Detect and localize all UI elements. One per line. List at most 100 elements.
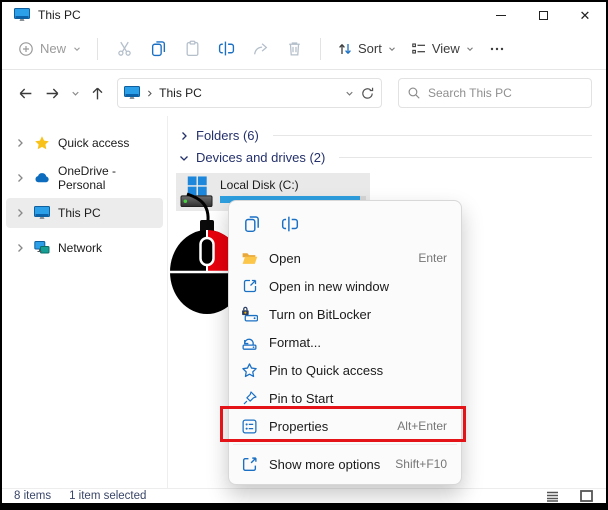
up-arrow-icon <box>92 87 103 99</box>
star-icon <box>35 136 49 150</box>
context-menu-item-open[interactable]: Open Enter <box>229 244 461 272</box>
rename-button[interactable] <box>275 210 305 238</box>
search-icon <box>408 87 420 99</box>
context-menu-item-pin-to-quick-access[interactable]: Pin to Quick access <box>229 356 461 384</box>
statusbar: 8 items 1 item selected <box>2 488 606 503</box>
plus-circle-icon <box>19 41 33 56</box>
close-button[interactable]: ✕ <box>564 2 606 28</box>
screenshot-frame: This PC ✕ New Sort View This PC Search T… <box>0 0 608 510</box>
navigation-bar: This PC <box>2 70 606 116</box>
context-menu-quick-actions <box>229 206 461 244</box>
toolbar-separator <box>97 37 99 60</box>
chevron-down-icon[interactable] <box>178 152 190 164</box>
back-button[interactable] <box>12 79 39 107</box>
sidebar-item-quick-access[interactable]: Quick access <box>6 128 163 158</box>
details-view-button[interactable] <box>544 490 560 503</box>
sidebar-item-this-pc[interactable]: This PC <box>6 198 163 228</box>
share-button[interactable] <box>243 32 277 66</box>
context-menu-item-show-more-options[interactable]: Show more options Shift+F10 <box>229 450 461 478</box>
delete-button[interactable] <box>277 32 311 66</box>
format-drive-icon <box>241 334 258 351</box>
sidebar: Quick access OneDrive - Personal This PC <box>2 116 168 488</box>
command-toolbar: New Sort View <box>2 28 606 70</box>
chevron-right-icon[interactable] <box>178 130 190 142</box>
show-more-icon <box>241 456 258 473</box>
more-options-button[interactable] <box>482 32 512 66</box>
sidebar-item-label: Quick access <box>58 136 130 150</box>
context-menu-item-open-in-new-window[interactable]: Open in new window <box>229 272 461 300</box>
window-title: This PC <box>38 8 81 22</box>
details-view-icon <box>546 491 558 502</box>
sidebar-item-onedrive[interactable]: OneDrive - Personal <box>6 163 163 193</box>
menu-item-label: Open <box>269 250 301 266</box>
search-input[interactable] <box>427 86 583 100</box>
menu-item-label: Pin to Quick access <box>269 362 384 378</box>
view-button[interactable]: View <box>404 32 482 66</box>
selection-count: 1 item selected <box>69 490 147 502</box>
share-icon <box>253 43 267 55</box>
menu-item-shortcut: Shift+F10 <box>395 457 447 471</box>
group-label: Devices and drives (2) <box>196 150 326 165</box>
paste-button[interactable] <box>175 32 209 66</box>
group-header-folders[interactable]: Folders (6) <box>178 128 596 143</box>
chevron-down-icon <box>466 46 473 51</box>
rename-button[interactable] <box>209 32 243 66</box>
maximize-icon <box>538 10 548 20</box>
menu-item-label: Turn on BitLocker <box>269 306 372 322</box>
paste-icon <box>186 40 198 57</box>
sidebar-item-network[interactable]: Network <box>6 233 163 263</box>
up-button[interactable] <box>84 79 111 107</box>
group-label: Folders (6) <box>196 128 259 143</box>
pin-icon <box>241 390 258 407</box>
context-menu-item-turn-on-bitlocker[interactable]: Turn on BitLocker <box>229 300 461 328</box>
toolbar-separator <box>320 37 322 60</box>
more-ellipsis-icon <box>490 47 504 50</box>
copy-icon <box>245 216 259 233</box>
delete-icon <box>288 42 300 56</box>
chevron-right-icon[interactable] <box>14 137 26 149</box>
minimize-icon <box>496 14 506 16</box>
new-button[interactable]: New <box>12 32 88 66</box>
view-list-icon <box>412 42 425 54</box>
cut-button[interactable] <box>107 32 141 66</box>
mouse-scroll-wheel <box>199 236 215 267</box>
minimize-button[interactable] <box>480 2 522 28</box>
chevron-down-icon <box>74 46 80 51</box>
chevron-down-icon <box>388 46 395 51</box>
context-menu-item-format[interactable]: Format... <box>229 328 461 356</box>
cloud-icon <box>35 173 49 183</box>
chevron-right-icon[interactable] <box>14 172 26 184</box>
sort-button[interactable]: Sort <box>330 32 404 66</box>
new-button-label: New <box>40 41 67 56</box>
properties-highlight-annotation <box>220 406 466 442</box>
sort-button-label: Sort <box>358 41 382 56</box>
search-box[interactable] <box>397 78 592 108</box>
copy-button[interactable] <box>237 210 267 238</box>
recent-locations-button[interactable] <box>66 79 84 107</box>
open-new-window-icon <box>241 278 258 295</box>
breadcrumb-chevron-icon <box>148 90 152 96</box>
bitlocker-lock-icon <box>241 306 258 323</box>
rename-icon <box>218 41 234 56</box>
menu-item-label: Format... <box>269 334 322 350</box>
address-dropdown-icon[interactable] <box>344 88 355 99</box>
copy-button[interactable] <box>141 32 175 66</box>
menu-item-label: Show more options <box>269 456 381 472</box>
chevron-right-icon[interactable] <box>14 242 26 254</box>
explorer-window: This PC ✕ New Sort View This PC Search T… <box>2 2 606 503</box>
close-icon: ✕ <box>579 7 591 23</box>
menu-item-label: Pin to Start <box>269 390 334 406</box>
menu-item-label: Open in new window <box>269 278 389 294</box>
chevron-right-icon[interactable] <box>14 207 26 219</box>
address-bar[interactable]: This PC <box>117 78 382 108</box>
breadcrumb-location[interactable]: This PC <box>159 86 339 100</box>
maximize-button[interactable] <box>522 2 564 28</box>
forward-button[interactable] <box>39 79 66 107</box>
menu-item-shortcut: Enter <box>418 251 447 265</box>
group-header-devices[interactable]: Devices and drives (2) <box>178 150 596 165</box>
monitor-icon <box>34 206 50 219</box>
refresh-icon[interactable] <box>360 86 375 101</box>
large-icons-view-button[interactable] <box>578 490 594 503</box>
this-pc-icon <box>14 8 30 21</box>
titlebar: This PC ✕ <box>2 2 606 28</box>
